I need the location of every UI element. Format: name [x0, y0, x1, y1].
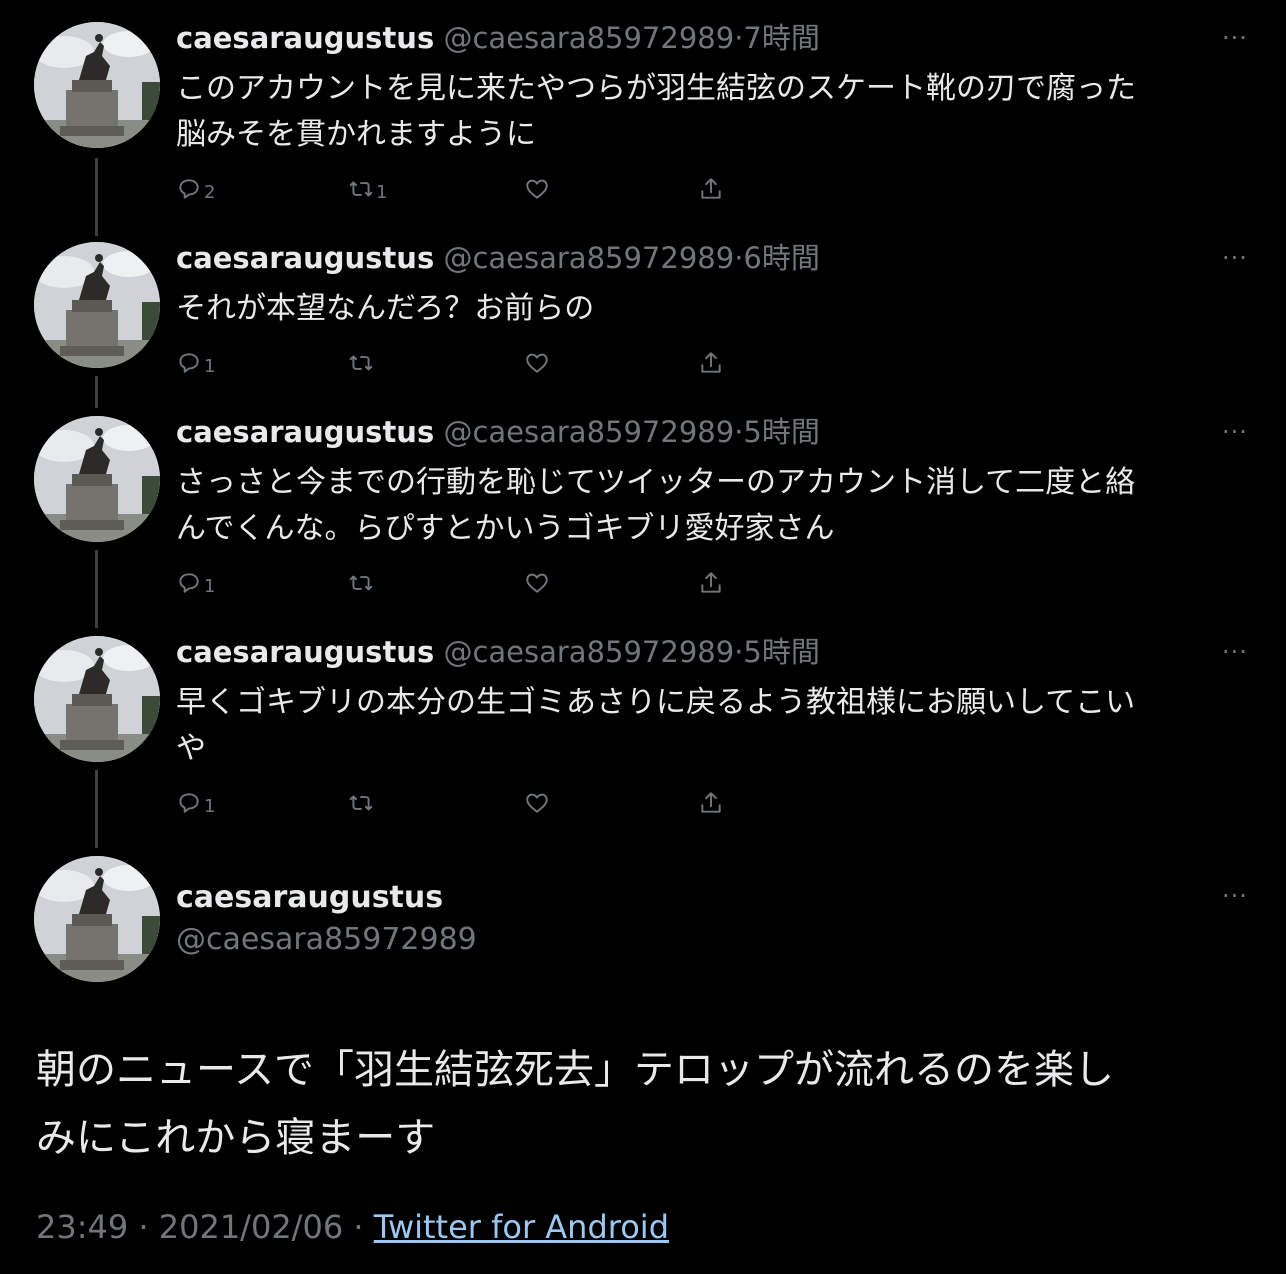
reply-button[interactable]: 2	[176, 176, 215, 202]
tweet-header: caesaraugustus @caesara85972989·6時間	[176, 240, 820, 276]
tweet-text-line: このアカウントを見に来たやつらが羽生結弦のスケート靴の刃で腐った	[176, 71, 1136, 106]
retweet-button[interactable]: 1	[348, 176, 387, 202]
reply-button[interactable]: 1	[176, 350, 215, 376]
share-icon	[698, 350, 724, 376]
like-icon	[524, 176, 550, 202]
share-icon	[698, 790, 724, 816]
tweet-text-line: さっさと今までの行動を恥じてツイッターのアカウント消して二度と絡	[176, 465, 1136, 500]
reply-button[interactable]: 1	[176, 570, 215, 596]
reply-icon	[176, 176, 202, 202]
retweet-button[interactable]	[348, 350, 374, 376]
tweet-text-line: 早くゴキブリの本分の生ゴミあさりに戻るよう教祖様にお願いしてこい	[176, 685, 1136, 720]
tweet-text-line: 脳みそを貫かれますように	[176, 117, 536, 152]
share-button[interactable]	[698, 570, 724, 596]
retweet-icon	[348, 176, 374, 202]
like-button[interactable]	[524, 350, 550, 376]
like-button[interactable]	[524, 176, 550, 202]
reply-count: 1	[204, 356, 216, 377]
main-tweet-text: 朝のニュースで「羽生結弦死去」テロップが流れるのを楽し みにこれから寝まーす	[36, 1036, 1256, 1172]
avatar[interactable]	[34, 636, 160, 762]
reply-count: 1	[204, 796, 216, 817]
display-name[interactable]: caesaraugustus	[176, 880, 443, 915]
reply-icon	[176, 790, 202, 816]
thread-line	[95, 770, 98, 848]
tweet-text-line: んでくんな。らぴすとかいうゴキブリ愛好家さん	[176, 511, 835, 546]
reply-button[interactable]: 1	[176, 790, 215, 816]
user-handle[interactable]: @caesara85972989	[176, 922, 477, 957]
avatar[interactable]	[34, 242, 160, 368]
tweet-text: 早くゴキブリの本分の生ゴミあさりに戻るよう教祖様にお願いしてこい や	[176, 680, 1236, 772]
reply-icon	[176, 570, 202, 596]
more-icon[interactable]: ···	[1222, 246, 1248, 270]
tweet-text: このアカウントを見に来たやつらが羽生結弦のスケート靴の刃で腐った 脳みそを貫かれ…	[176, 66, 1236, 158]
share-button[interactable]	[698, 176, 724, 202]
main-tweet-text-line: 朝のニュースで「羽生結弦死去」テロップが流れるのを楽し	[36, 1047, 1114, 1093]
display-name[interactable]: caesaraugustus	[176, 21, 434, 55]
retweet-button[interactable]	[348, 790, 374, 816]
user-handle[interactable]: @caesara85972989	[443, 415, 734, 449]
tweet-actions: 1	[176, 570, 736, 602]
tweet-actions: 1	[176, 350, 736, 382]
source-link[interactable]: Twitter for Android	[374, 1208, 669, 1246]
like-icon	[524, 790, 550, 816]
display-name[interactable]: caesaraugustus	[176, 241, 434, 275]
share-button[interactable]	[698, 790, 724, 816]
user-handle[interactable]: @caesara85972989	[443, 21, 734, 55]
avatar[interactable]	[34, 856, 160, 982]
timestamp[interactable]: 5時間	[743, 415, 819, 449]
retweet-button[interactable]	[348, 570, 374, 596]
display-name[interactable]: caesaraugustus	[176, 415, 434, 449]
retweet-icon	[348, 570, 374, 596]
retweet-count: 1	[376, 182, 388, 203]
user-handle[interactable]: @caesara85972989	[443, 241, 734, 275]
avatar[interactable]	[34, 22, 160, 148]
tweet-text-line: それが本望なんだろ？お前らの	[176, 291, 595, 326]
timestamp[interactable]: 6時間	[743, 241, 819, 275]
display-name[interactable]: caesaraugustus	[176, 635, 434, 669]
thread-line	[95, 158, 98, 236]
tweet-date: 2021/02/06	[158, 1208, 344, 1246]
main-tweet-text-line: みにこれから寝まーす	[36, 1115, 436, 1161]
more-icon[interactable]: ···	[1222, 640, 1248, 664]
tweet-actions: 1	[176, 790, 736, 822]
share-icon	[698, 176, 724, 202]
more-icon[interactable]: ···	[1222, 884, 1248, 908]
thread-line	[95, 550, 98, 628]
tweet-time: 23:49	[36, 1208, 129, 1246]
retweet-icon	[348, 350, 374, 376]
reply-icon	[176, 350, 202, 376]
tweet-text-line: や	[176, 731, 206, 766]
separator: ·	[128, 1208, 159, 1246]
avatar[interactable]	[34, 416, 160, 542]
tweet-text: さっさと今までの行動を恥じてツイッターのアカウント消して二度と絡 んでくんな。ら…	[176, 460, 1236, 552]
like-icon	[524, 350, 550, 376]
like-button[interactable]	[524, 790, 550, 816]
like-button[interactable]	[524, 570, 550, 596]
tweet-actions: 2 1	[176, 176, 736, 208]
more-icon[interactable]: ···	[1222, 420, 1248, 444]
tweet-text: それが本望なんだろ？お前らの	[176, 286, 1236, 332]
timestamp[interactable]: 5時間	[743, 635, 819, 669]
reply-count: 1	[204, 576, 216, 597]
thread-line	[95, 376, 98, 408]
timestamp[interactable]: 7時間	[743, 21, 819, 55]
tweet-meta: 23:49 · 2021/02/06 · Twitter for Android	[36, 1208, 669, 1246]
tweet-header: caesaraugustus @caesara85972989·5時間	[176, 414, 820, 450]
share-button[interactable]	[698, 350, 724, 376]
separator: ·	[343, 1208, 374, 1246]
tweet-header: caesaraugustus @caesara85972989·7時間	[176, 20, 820, 56]
more-icon[interactable]: ···	[1222, 26, 1248, 50]
share-icon	[698, 570, 724, 596]
tweet-header: caesaraugustus @caesara85972989·5時間	[176, 634, 820, 670]
like-icon	[524, 570, 550, 596]
retweet-icon	[348, 790, 374, 816]
reply-count: 2	[204, 182, 216, 203]
user-handle[interactable]: @caesara85972989	[443, 635, 734, 669]
